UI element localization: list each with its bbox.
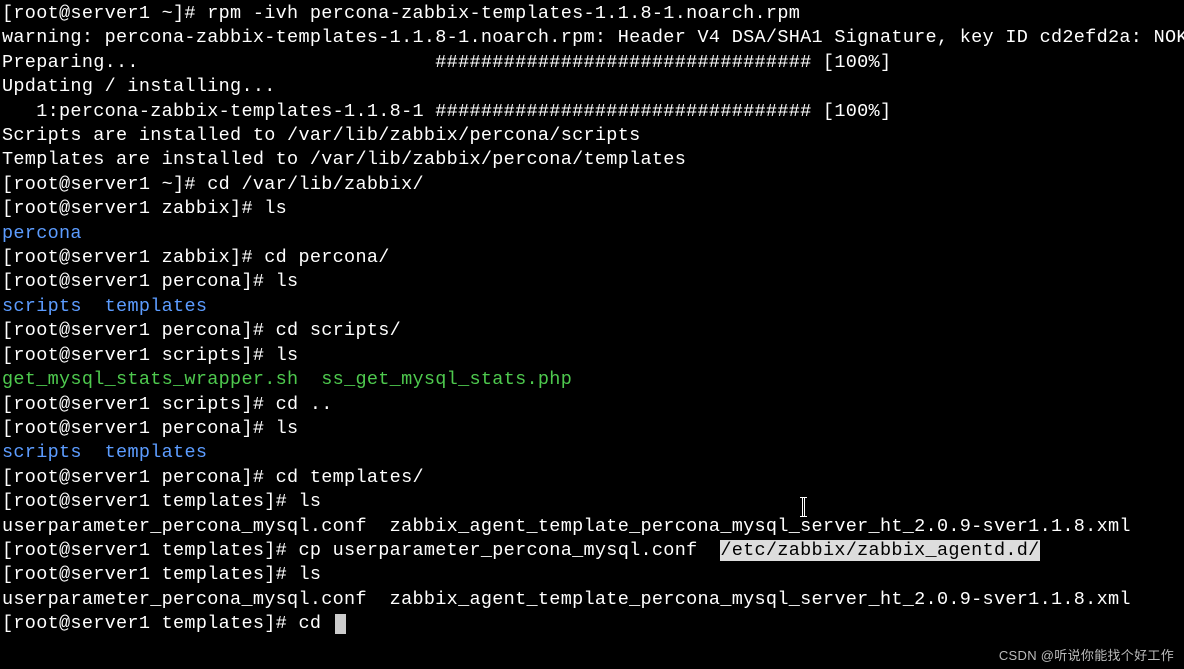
cursor	[335, 614, 346, 634]
output-line: Preparing... ###########################…	[2, 51, 1182, 75]
output-line: Scripts are installed to /var/lib/zabbix…	[2, 124, 1182, 148]
output-line: [root@server1 templates]# ls	[2, 563, 1182, 587]
dir-name: templates	[105, 296, 208, 317]
watermark: CSDN @听说你能找个好工作	[999, 647, 1174, 664]
terminal-output[interactable]: [root@server1 ~]# rpm -ivh percona-zabbi…	[2, 2, 1182, 637]
output-line: [root@server1 percona]# ls	[2, 417, 1182, 441]
output-line: userparameter_percona_mysql.conf zabbix_…	[2, 515, 1182, 539]
cmd-part: [root@server1 templates]# cp userparamet…	[2, 540, 720, 561]
output-line: warning: percona-zabbix-templates-1.1.8-…	[2, 26, 1182, 50]
output-line: [root@server1 ~]# cd /var/lib/zabbix/	[2, 173, 1182, 197]
output-line: [root@server1 zabbix]# ls	[2, 197, 1182, 221]
directory-listing: percona	[2, 222, 1182, 246]
gap	[82, 442, 105, 463]
directory-listing: scripts templates	[2, 441, 1182, 465]
output-line: 1:percona-zabbix-templates-1.1.8-1 #####…	[2, 100, 1182, 124]
output-line: userparameter_percona_mysql.conf zabbix_…	[2, 588, 1182, 612]
gap	[82, 296, 105, 317]
prompt-text: [root@server1 templates]# cd	[2, 613, 333, 634]
output-line: [root@server1 templates]# cp userparamet…	[2, 539, 1182, 563]
file-listing: get_mysql_stats_wrapper.sh ss_get_mysql_…	[2, 368, 1182, 392]
dir-name: percona	[2, 223, 82, 244]
exec-file: ss_get_mysql_stats.php	[321, 369, 572, 390]
output-line: [root@server1 ~]# rpm -ivh percona-zabbi…	[2, 2, 1182, 26]
output-line: [root@server1 percona]# ls	[2, 270, 1182, 294]
text-cursor-ibeam	[802, 497, 805, 517]
output-line: Templates are installed to /var/lib/zabb…	[2, 148, 1182, 172]
directory-listing: scripts templates	[2, 295, 1182, 319]
exec-file: get_mysql_stats_wrapper.sh	[2, 369, 298, 390]
output-line: [root@server1 zabbix]# cd percona/	[2, 246, 1182, 270]
dir-name: templates	[105, 442, 208, 463]
dir-name: scripts	[2, 296, 82, 317]
output-line: [root@server1 percona]# cd scripts/	[2, 319, 1182, 343]
output-line: [root@server1 scripts]# cd ..	[2, 393, 1182, 417]
output-line: Updating / installing...	[2, 75, 1182, 99]
output-line: [root@server1 percona]# cd templates/	[2, 466, 1182, 490]
output-line: [root@server1 scripts]# ls	[2, 344, 1182, 368]
output-line: [root@server1 templates]# ls	[2, 490, 1182, 514]
highlighted-path: /etc/zabbix/zabbix_agentd.d/	[720, 540, 1039, 561]
gap	[298, 369, 321, 390]
prompt-line[interactable]: [root@server1 templates]# cd	[2, 612, 1182, 636]
dir-name: scripts	[2, 442, 82, 463]
